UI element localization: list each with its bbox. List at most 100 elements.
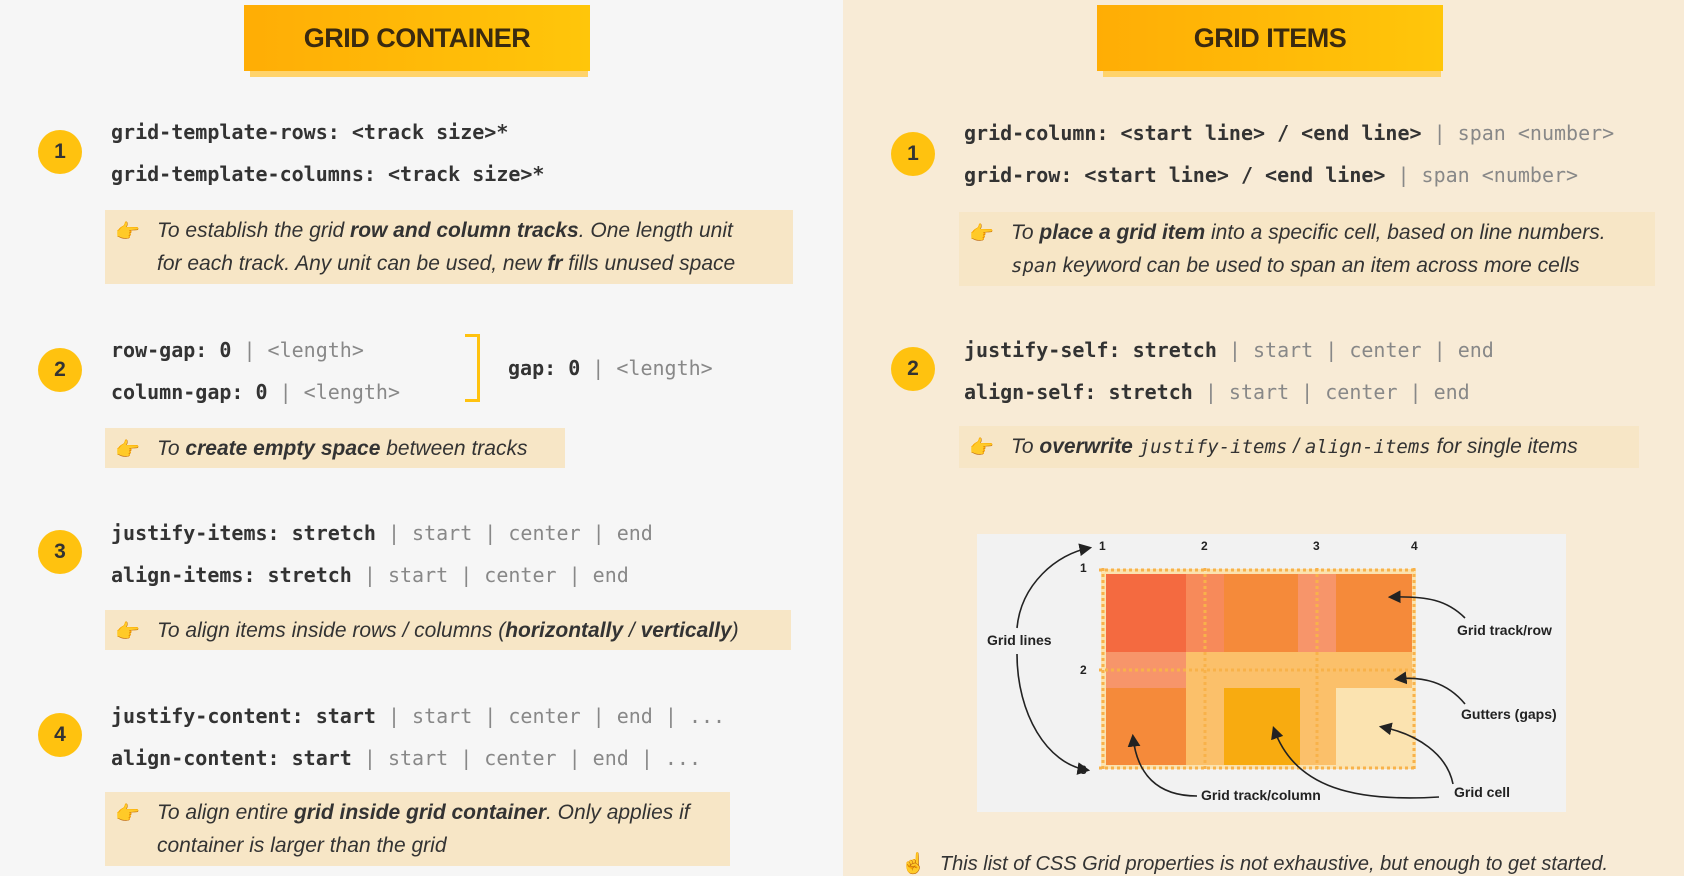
note-text: into a specific cell, based on line numb… bbox=[1205, 221, 1606, 244]
property: grid-template-rows: <track size>* bbox=[111, 120, 509, 144]
pointing-hand-icon: 👉 bbox=[969, 437, 994, 459]
options: | <length> bbox=[267, 380, 400, 404]
code-line: row-gap: 0 | <length> bbox=[111, 338, 364, 362]
grid-container-title: GRID CONTAINER bbox=[244, 5, 590, 71]
pointing-hand-icon: 👉 bbox=[969, 223, 994, 245]
note-emphasis: fr bbox=[547, 252, 563, 275]
step-number: 2 bbox=[891, 347, 935, 391]
note-code: span bbox=[1011, 255, 1057, 277]
property: grid-template-columns: <track size>* bbox=[111, 162, 545, 186]
note-text: To align entire bbox=[157, 801, 294, 824]
code-line: align-content: start | start | center | … bbox=[111, 746, 701, 770]
options: | span <number> bbox=[1421, 121, 1615, 145]
note-code: align-items bbox=[1304, 436, 1431, 458]
label-track-row: Grid track/row bbox=[1457, 622, 1552, 638]
note-emphasis: overwrite bbox=[1039, 435, 1133, 458]
note: 👉 To align entire grid inside grid conta… bbox=[105, 792, 730, 866]
note-emphasis: row and column tracks bbox=[350, 219, 579, 242]
code-line: column-gap: 0 | <length> bbox=[111, 380, 400, 404]
note: 👉 To establish the grid row and column t… bbox=[105, 210, 793, 284]
note-text: To establish the grid bbox=[157, 219, 351, 242]
note-text: To bbox=[1011, 221, 1040, 244]
options: | span <number> bbox=[1385, 163, 1579, 187]
step-number: 1 bbox=[38, 130, 82, 174]
note-text: / bbox=[623, 619, 641, 642]
note-emphasis: horizontally bbox=[505, 619, 624, 642]
step-number: 3 bbox=[38, 530, 82, 574]
code-line: align-items: stretch | start | center | … bbox=[111, 563, 629, 587]
property: align-items: stretch bbox=[111, 563, 352, 587]
options: | start | center | end | ... bbox=[375, 704, 726, 728]
property: column-gap: 0 bbox=[111, 380, 268, 404]
note-emphasis: vertically bbox=[640, 619, 732, 642]
note-text: . Only applies if bbox=[546, 801, 690, 824]
options: | start | center | end bbox=[1216, 338, 1494, 362]
pointing-hand-icon: 👉 bbox=[115, 439, 140, 461]
property: gap: 0 bbox=[508, 356, 581, 380]
pointing-up-hand-icon: ☝ bbox=[901, 853, 926, 875]
code-line: grid-column: <start line> / <end line> |… bbox=[964, 121, 1614, 145]
row-number: 2 bbox=[1080, 663, 1087, 677]
label-gutters: Gutters (gaps) bbox=[1461, 706, 1557, 722]
grid-items-title: GRID ITEMS bbox=[1097, 5, 1443, 71]
grid-diagram: 1 2 3 4 1 2 3 Grid lines Grid track/row … bbox=[977, 534, 1566, 812]
code-line: justify-content: start | start | center … bbox=[111, 704, 725, 728]
note: 👉 To place a grid item into a specific c… bbox=[959, 212, 1655, 286]
note: 👉 To create empty space between tracks bbox=[105, 428, 565, 468]
col-number: 2 bbox=[1201, 539, 1208, 553]
grid-cell bbox=[1224, 688, 1300, 765]
col-number: 3 bbox=[1313, 539, 1320, 553]
code-line: justify-items: stretch | start | center … bbox=[111, 521, 653, 545]
property: grid-column: <start line> / <end line> bbox=[964, 121, 1422, 145]
note-text: To align items inside rows / columns ( bbox=[157, 619, 506, 642]
grid-cell bbox=[1336, 688, 1412, 765]
pointing-hand-icon: 👉 bbox=[115, 803, 140, 825]
label-grid-cell: Grid cell bbox=[1454, 784, 1510, 800]
property: grid-row: <start line> / <end line> bbox=[964, 163, 1386, 187]
property: row-gap: 0 bbox=[111, 338, 232, 362]
note-code: justify-items bbox=[1138, 436, 1288, 458]
banner-shadow bbox=[250, 71, 588, 77]
options: | start | center | end bbox=[375, 521, 653, 545]
options: | start | center | end | ... bbox=[351, 746, 702, 770]
col-number: 4 bbox=[1411, 539, 1418, 553]
code-line: grid-template-columns: <track size>* bbox=[111, 162, 544, 186]
property: justify-content: start bbox=[111, 704, 376, 728]
note: 👉 To overwrite justify-items / align-ite… bbox=[959, 426, 1639, 468]
step-number: 1 bbox=[891, 132, 935, 176]
grid-cell bbox=[1336, 574, 1412, 652]
code-line: grid-template-rows: <track size>* bbox=[111, 120, 508, 144]
property: align-content: start bbox=[111, 746, 352, 770]
col-number: 1 bbox=[1099, 539, 1106, 553]
options: | start | center | end bbox=[1192, 380, 1470, 404]
property: justify-self: stretch bbox=[964, 338, 1217, 362]
footer-note: ☝ This list of CSS Grid properties is not… bbox=[901, 851, 1608, 876]
note-text: . One length unit bbox=[578, 219, 733, 242]
property: justify-items: stretch bbox=[111, 521, 376, 545]
row-number: 1 bbox=[1080, 561, 1087, 575]
note: 👉 To align items inside rows / columns (… bbox=[105, 610, 791, 650]
note-emphasis: grid inside grid container bbox=[293, 801, 547, 824]
property: align-self: stretch bbox=[964, 380, 1193, 404]
note-text: ) bbox=[731, 619, 739, 642]
options: | <length> bbox=[231, 338, 364, 362]
bracket bbox=[465, 334, 480, 402]
code-line: justify-self: stretch | start | center |… bbox=[964, 338, 1494, 362]
note-emphasis: create empty space bbox=[185, 437, 381, 460]
label-track-column: Grid track/column bbox=[1201, 787, 1321, 803]
grid-diagram-svg: 1 2 3 4 1 2 3 Grid lines Grid track/row … bbox=[987, 539, 1557, 803]
grid-cell bbox=[1106, 688, 1186, 765]
pointing-hand-icon: 👉 bbox=[115, 621, 140, 643]
note-text: for each track. Any unit can be used, ne… bbox=[157, 252, 548, 275]
options: | <length> bbox=[580, 356, 713, 380]
grid-cell bbox=[1106, 574, 1186, 652]
note-text: fills unused space bbox=[562, 252, 736, 275]
note-text: To bbox=[157, 437, 186, 460]
footer-text: This list of CSS Grid properties is not … bbox=[939, 853, 1609, 875]
pointing-hand-icon: 👉 bbox=[115, 221, 140, 243]
code-line: grid-row: <start line> / <end line> | sp… bbox=[964, 163, 1578, 187]
note-text: keyword can be used to span an item acro… bbox=[1056, 254, 1580, 277]
note-text: To bbox=[1011, 435, 1040, 458]
note-text: / bbox=[1287, 435, 1305, 458]
note-text: for single items bbox=[1430, 435, 1578, 458]
